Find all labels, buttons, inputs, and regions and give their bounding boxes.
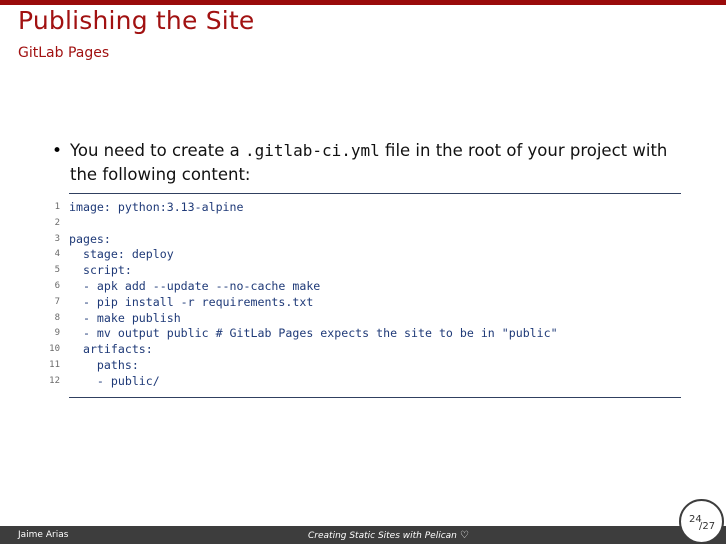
code-text: - apk add --update --no-cache make (69, 278, 321, 293)
code-text: - pip install -r requirements.txt (69, 294, 314, 309)
code-bottom-rule (69, 397, 681, 398)
bullet-text-before: You need to create a (70, 141, 245, 160)
line-number: 2 (54, 217, 60, 228)
code-line: 5 script: (40, 263, 680, 279)
line-number: 4 (54, 249, 60, 260)
footer-title-text: Creating Static Sites with Pelican (308, 531, 457, 541)
code-line: 6 - apk add --update --no-cache make (40, 279, 680, 295)
line-number: 1 (54, 202, 60, 212)
line-number: 8 (54, 312, 60, 323)
line-number: 3 (54, 233, 60, 244)
code-line: 8 - make publish (40, 311, 680, 327)
code-text: artifacts: (69, 342, 153, 357)
code-line: 3 pages: (40, 232, 680, 248)
code-text: image: python:3.13-alpine (69, 200, 244, 214)
code-line: 11 paths: (40, 358, 680, 374)
code-text: - make publish (69, 310, 181, 325)
bullet-item: • You need to create a .gitlab-ci.yml fi… (52, 139, 672, 187)
code-text: - mv output public # GitLab Pages expect… (69, 326, 558, 341)
code-line: 1 image: python:3.13-alpine (40, 200, 680, 216)
code-text: paths: (69, 357, 139, 372)
code-top-rule (69, 193, 681, 194)
code-line: 2 (40, 216, 680, 232)
slide-title: Publishing the Site (18, 6, 255, 35)
heart-outline-icon: ♡ (459, 530, 469, 541)
code-text: stage: deploy (69, 247, 174, 262)
bullet-code: .gitlab-ci.yml (244, 141, 380, 160)
code-line: 9 - mv output public # GitLab Pages expe… (40, 326, 680, 342)
top-accent-bar (0, 0, 726, 5)
code-line: 4 stage: deploy (40, 247, 680, 263)
code-line: 12 - public/ (40, 374, 680, 390)
code-line: 7 - pip install -r requirements.txt (40, 295, 680, 311)
line-number: 9 (54, 328, 60, 339)
slide-subtitle: GitLab Pages (18, 45, 110, 61)
page-total-number: 27 (702, 521, 716, 532)
code-text: - public/ (69, 373, 160, 388)
bullet-icon: • (52, 141, 63, 161)
line-number: 6 (54, 280, 60, 291)
footer-title: Creating Static Sites with Pelican ♡ (308, 530, 469, 541)
code-text: script: (69, 263, 132, 278)
line-number: 12 (49, 375, 60, 386)
line-number: 11 (49, 359, 60, 370)
line-number: 10 (49, 344, 60, 355)
line-number: 5 (54, 265, 60, 276)
code-text: pages: (69, 231, 111, 246)
line-number: 7 (54, 296, 60, 307)
code-line: 10 artifacts: (40, 342, 680, 358)
page-total: /27 (699, 521, 716, 532)
bullet-text: You need to create a .gitlab-ci.yml file… (70, 139, 672, 187)
footer-author: Jaime Arias (18, 530, 69, 540)
code-block: 1 image: python:3.13-alpine 2 3 pages: 4 s… (40, 200, 680, 390)
